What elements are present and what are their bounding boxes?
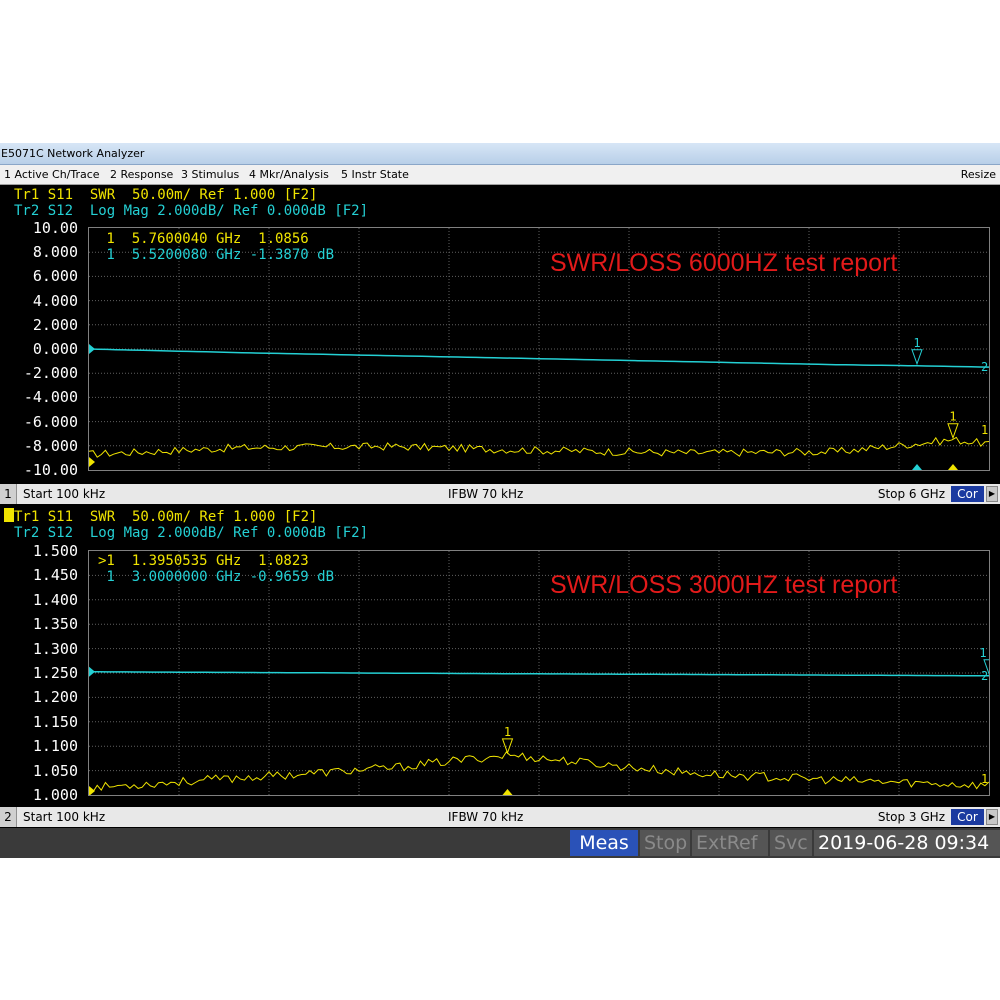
y-tick-label: 1.500 bbox=[32, 542, 78, 560]
meas-indicator[interactable]: Meas bbox=[570, 830, 638, 856]
ch1-ifbw[interactable]: IFBW 70 kHz bbox=[448, 484, 523, 504]
tr1-marker-position-triangle bbox=[502, 789, 513, 795]
ch2-cor-indicator[interactable]: Cor bbox=[951, 809, 984, 825]
y-tick-label: -8.000 bbox=[23, 436, 78, 455]
y-tick-label: 1.200 bbox=[32, 688, 78, 707]
ch2-number[interactable]: 2 bbox=[0, 807, 17, 827]
ch2-statusbar: 2 Start 100 kHz IFBW 70 kHz Stop 3 GHz C… bbox=[0, 807, 1000, 827]
ch2-scroll-button[interactable]: ▶ bbox=[986, 809, 998, 825]
ch2-report-caption: SWR/LOSS 3000HZ test report bbox=[550, 571, 898, 599]
datetime-display: 2019-06-28 09:34 bbox=[814, 830, 1000, 856]
y-tick-label: 1.350 bbox=[32, 615, 78, 634]
menu-active-ch-trace[interactable]: 1 Active Ch/Trace bbox=[4, 165, 100, 185]
menu-bar: 1 Active Ch/Trace 2 Response 3 Stimulus … bbox=[0, 165, 1000, 185]
ch2-ifbw[interactable]: IFBW 70 kHz bbox=[448, 807, 523, 827]
channel-2-panel[interactable]: Tr1 S11 SWR 50.00m/ Ref 1.000 [F2] Tr2 S… bbox=[0, 507, 1000, 806]
ch2-marker-tr1-readout: >1 1.3950535 GHz 1.0823 bbox=[98, 553, 309, 569]
y-tick-label: 1.100 bbox=[32, 737, 78, 756]
channel-1-panel[interactable]: Tr1 S11 SWR 50.00m/ Ref 1.000 [F2] Tr2 S… bbox=[0, 185, 1000, 482]
ch2-marker-tr2-readout: 1 3.0000000 GHz -0.9659 dB bbox=[98, 569, 335, 585]
ch1-statusbar: 1 Start 100 kHz IFBW 70 kHz Stop 6 GHz C… bbox=[0, 484, 1000, 504]
menu-stimulus[interactable]: 3 Stimulus bbox=[181, 165, 239, 185]
tr2-end-label: 2 bbox=[981, 360, 988, 374]
y-tick-label: 1.450 bbox=[32, 566, 78, 585]
menu-mkr-analysis[interactable]: 4 Mkr/Analysis bbox=[249, 165, 329, 185]
y-tick-label: 6.000 bbox=[32, 267, 78, 286]
y-tick-label: -6.000 bbox=[23, 412, 78, 431]
tr2-marker-1-label: 1 bbox=[913, 336, 920, 350]
network-analyzer-window: E5071C Network Analyzer 1 Active Ch/Trac… bbox=[0, 143, 1000, 858]
tr1-marker-position-triangle bbox=[948, 464, 958, 470]
y-tick-label: -4.000 bbox=[23, 388, 78, 407]
y-tick-label: 1.050 bbox=[32, 761, 78, 780]
y-tick-label: 8.000 bbox=[32, 243, 78, 262]
ch1-report-caption: SWR/LOSS 6000HZ test report bbox=[550, 249, 898, 277]
tr1-marker-1-label: 1 bbox=[949, 410, 956, 424]
tr1-ref-triangle bbox=[89, 786, 95, 795]
tr1-end-label: 1 bbox=[981, 772, 988, 786]
y-tick-label: 1.150 bbox=[32, 712, 78, 731]
svc-indicator[interactable]: Svc bbox=[770, 830, 812, 856]
menu-response[interactable]: 2 Response bbox=[110, 165, 173, 185]
menu-resize[interactable]: Resize bbox=[961, 165, 996, 185]
tr1-end-label: 1 bbox=[981, 423, 988, 437]
ch1-stop[interactable]: Stop 6 GHz bbox=[878, 484, 945, 504]
ch1-tr1-header[interactable]: Tr1 S11 SWR 50.00m/ Ref 1.000 [F2] bbox=[14, 187, 317, 203]
ch1-scroll-button[interactable]: ▶ bbox=[986, 486, 998, 502]
y-tick-label: 1.300 bbox=[32, 639, 78, 658]
stop-indicator[interactable]: Stop bbox=[640, 830, 690, 856]
tr2-trace-line bbox=[89, 671, 989, 677]
tr1-ref-triangle bbox=[89, 457, 95, 467]
ch2-tr1-header[interactable]: Tr1 S11 SWR 50.00m/ Ref 1.000 [F2] bbox=[14, 509, 317, 525]
y-tick-label: -10.00 bbox=[23, 461, 78, 479]
ch1-number[interactable]: 1 bbox=[0, 484, 17, 504]
ch1-marker-tr1-readout: 1 5.7600040 GHz 1.0856 bbox=[98, 231, 309, 247]
extref-indicator[interactable]: ExtRef bbox=[692, 830, 768, 856]
tr2-ref-triangle bbox=[89, 666, 95, 677]
y-tick-label: 10.00 bbox=[32, 219, 78, 237]
tr1-marker-1-label: 1 bbox=[504, 725, 511, 739]
ch2-tr2-header[interactable]: Tr2 S12 Log Mag 2.000dB/ Ref 0.000dB [F2… bbox=[14, 525, 368, 541]
tr2-ref-triangle bbox=[89, 344, 95, 354]
y-tick-label: 0.000 bbox=[32, 340, 78, 358]
menu-instr-state[interactable]: 5 Instr State bbox=[341, 165, 409, 185]
window-titlebar: E5071C Network Analyzer bbox=[0, 143, 1000, 165]
tr2-marker-1 bbox=[911, 349, 923, 366]
ch1-start[interactable]: Start 100 kHz bbox=[23, 484, 105, 504]
tr2-end-label: 2 bbox=[981, 669, 988, 683]
ch1-cor-indicator[interactable]: Cor bbox=[951, 486, 984, 502]
ch2-start[interactable]: Start 100 kHz bbox=[23, 807, 105, 827]
ch2-stop[interactable]: Stop 3 GHz bbox=[878, 807, 945, 827]
window-title: E5071C Network Analyzer bbox=[1, 147, 145, 160]
instrument-statusbar: Meas Stop ExtRef Svc 2019-06-28 09:34 bbox=[0, 828, 1000, 858]
y-tick-label: 2.000 bbox=[32, 315, 78, 334]
tr2-marker-1-label: 1 bbox=[979, 646, 986, 660]
ch1-tr2-header[interactable]: Tr2 S12 Log Mag 2.000dB/ Ref 0.000dB [F2… bbox=[14, 203, 368, 219]
y-tick-label: 1.000 bbox=[32, 786, 78, 804]
y-tick-label: 1.250 bbox=[32, 664, 78, 682]
tr1-marker-1 bbox=[947, 423, 959, 440]
ch1-marker-tr2-readout: 1 5.5200080 GHz -1.3870 dB bbox=[98, 247, 335, 263]
y-tick-label: 4.000 bbox=[32, 291, 78, 310]
ch2-active-trace-indicator bbox=[4, 508, 14, 522]
y-tick-label: -2.000 bbox=[23, 364, 78, 383]
tr2-marker-position-triangle bbox=[912, 464, 922, 470]
y-tick-label: 1.400 bbox=[32, 590, 78, 609]
